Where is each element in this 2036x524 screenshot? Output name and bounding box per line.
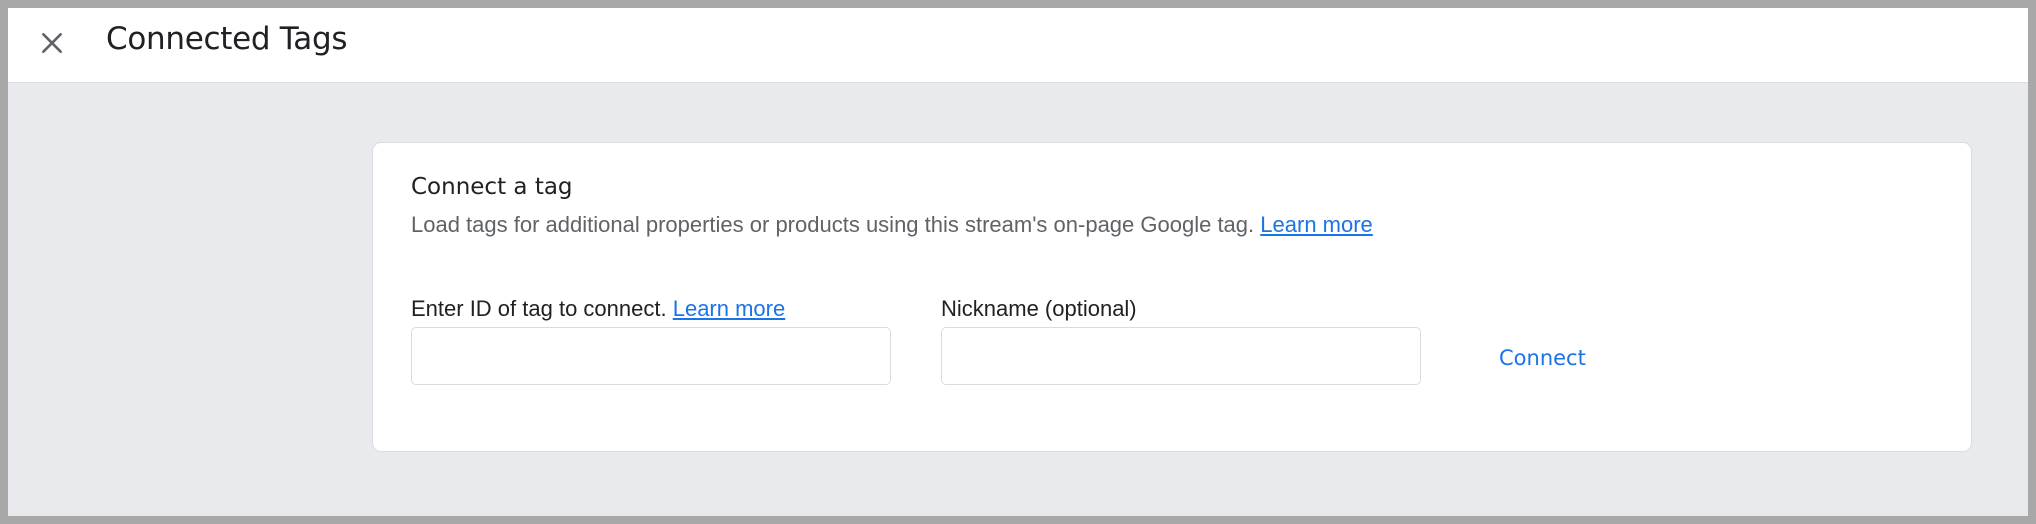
- tag-id-label-text: Enter ID of tag to connect.: [411, 296, 667, 321]
- close-button[interactable]: [31, 22, 73, 64]
- nickname-input[interactable]: [941, 327, 1421, 385]
- nickname-label: Nickname (optional): [941, 296, 1137, 321]
- connect-button[interactable]: Connect: [1479, 336, 1606, 380]
- card-description-text: Load tags for additional properties or p…: [411, 212, 1255, 237]
- tag-id-label: Enter ID of tag to connect. Learn more: [411, 293, 785, 325]
- page-title: Connected Tags: [106, 21, 348, 57]
- learn-more-link[interactable]: Learn more: [1260, 212, 1373, 237]
- card-description: Load tags for additional properties or p…: [411, 209, 1373, 241]
- panel-header: Connected Tags: [8, 8, 2028, 83]
- tag-id-input[interactable]: [411, 327, 891, 385]
- card-title: Connect a tag: [411, 174, 573, 200]
- connected-tags-panel: Connected Tags Connect a tag Load tags f…: [8, 8, 2028, 516]
- connect-tag-card: Connect a tag Load tags for additional p…: [372, 142, 1972, 452]
- close-icon[interactable]: [39, 30, 65, 56]
- tag-id-learn-more-link[interactable]: Learn more: [673, 296, 786, 321]
